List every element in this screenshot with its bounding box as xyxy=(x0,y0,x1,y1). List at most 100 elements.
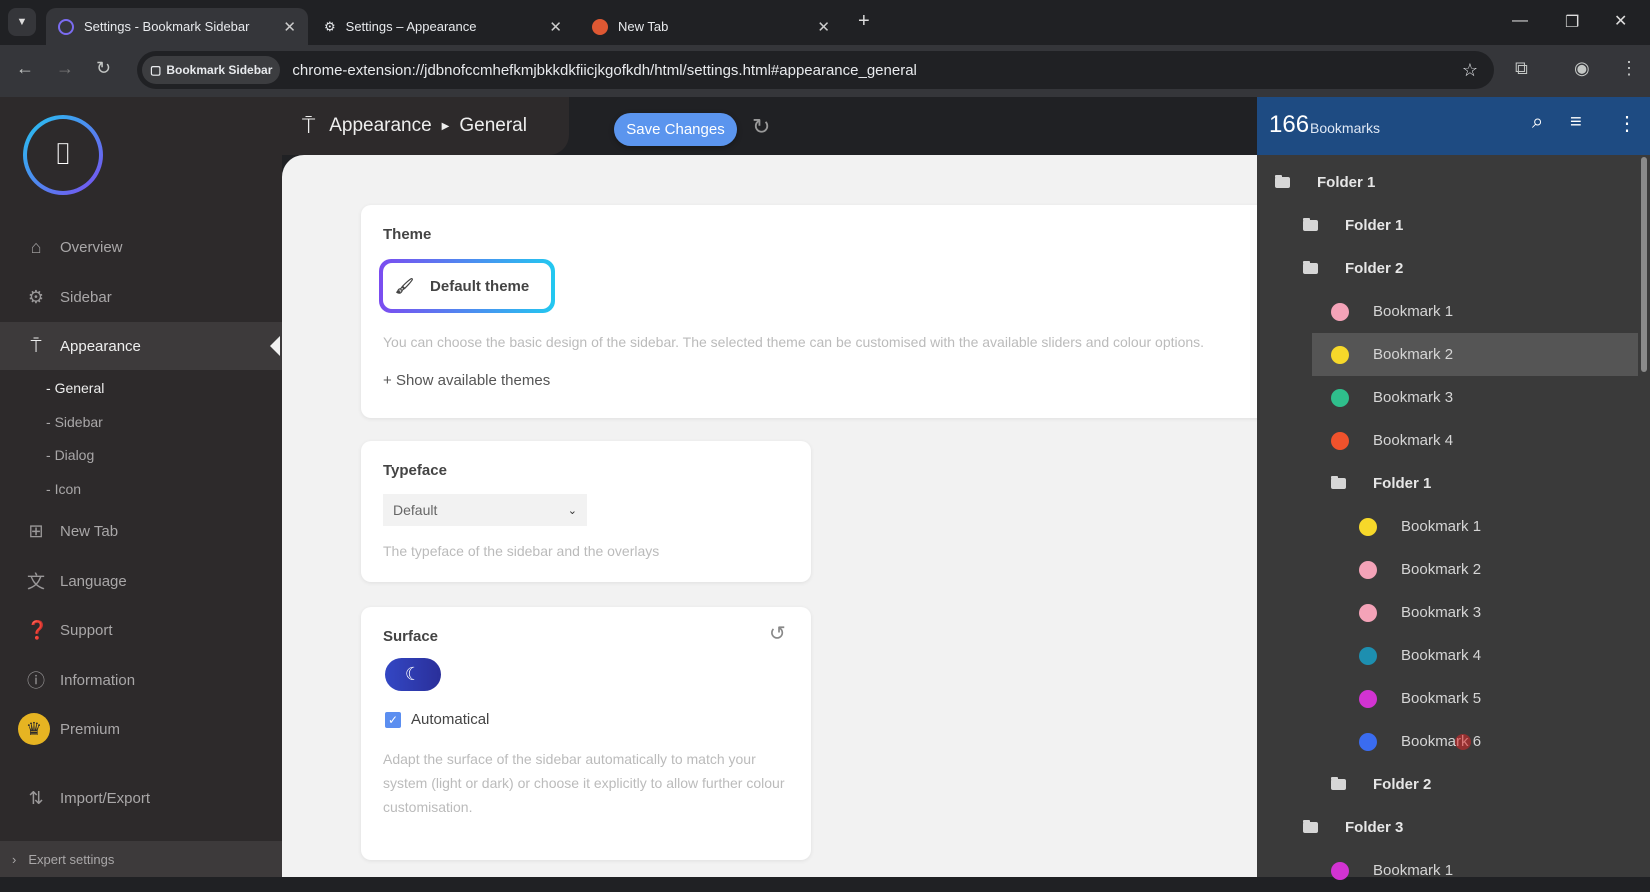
nav-support[interactable]: ❓ Support xyxy=(0,606,282,654)
reset-icon[interactable]: ↺ xyxy=(769,621,786,646)
checkbox-checked-icon: ✓ xyxy=(385,711,401,728)
new-tab-button[interactable]: + xyxy=(858,10,870,33)
item-label: Bookmark 1 xyxy=(1401,518,1482,535)
back-icon[interactable]: ← xyxy=(16,58,34,79)
dark-mode-toggle[interactable]: ☾ xyxy=(385,658,441,691)
sort-icon[interactable]: ≡ xyxy=(1570,111,1582,134)
nav-sub-icon[interactable]: - Icon xyxy=(46,481,81,497)
nav-new-tab[interactable]: ⊞ New Tab xyxy=(0,507,282,555)
reload-icon[interactable]: ↻ xyxy=(96,58,111,79)
favicon-dot-icon xyxy=(1359,732,1377,751)
nav-overview[interactable]: ⌂ Overview xyxy=(0,223,282,271)
close-tab-icon[interactable]: ✕ xyxy=(283,18,296,36)
nav-language[interactable]: 文 Language xyxy=(0,557,282,605)
profile-icon[interactable]: ◉ xyxy=(1574,58,1590,79)
favicon-dot-icon xyxy=(1331,345,1349,364)
tab-settings-bookmark-sidebar[interactable]: Settings - Bookmark Sidebar ✕ xyxy=(46,8,308,45)
bookmark-count: 166 xyxy=(1269,111,1310,138)
selection-pointer xyxy=(270,336,280,356)
bookmark-item[interactable]: Bookmark 4 xyxy=(1257,419,1650,462)
tab-new-tab[interactable]: New Tab ✕ xyxy=(580,8,842,45)
surface-description: Adapt the surface of the sidebar automat… xyxy=(383,751,785,815)
folder-item[interactable]: Folder 1 xyxy=(1257,161,1650,204)
folder-icon xyxy=(1275,175,1290,188)
folder-icon xyxy=(1331,476,1346,489)
new-tab-icon: ⊞ xyxy=(28,520,44,541)
more-options-icon[interactable]: ⋮ xyxy=(1617,111,1637,136)
folder-item[interactable]: Folder 1 xyxy=(1257,204,1650,247)
settings-nav: ⌷ ⌂ Overview ⚙ Sidebar ⍑ Appearance - Gener… xyxy=(0,97,282,877)
scrollbar[interactable] xyxy=(1641,157,1647,372)
gear-icon: ⚙ xyxy=(324,18,336,34)
bookmark-item[interactable]: Bookmark 1 xyxy=(1257,505,1650,548)
help-icon: ❓ xyxy=(26,619,49,640)
extensions-icon[interactable]: ⧉ xyxy=(1515,58,1528,79)
folder-item[interactable]: Folder 2 xyxy=(1257,247,1650,290)
typeface-title: Typeface xyxy=(383,462,447,479)
bookmark-sidebar-preview: 166 Bookmarks ⌕ ≡ ⋮ Folder 1 Folder 1 Fold… xyxy=(1257,97,1650,880)
bookmark-item[interactable]: Bookmark 1 xyxy=(1257,290,1650,333)
item-label: Folder 2 xyxy=(1345,260,1404,277)
item-label: Folder 3 xyxy=(1345,819,1404,836)
show-themes-button[interactable]: + Show available themes xyxy=(383,372,550,389)
settings-content: Theme 🖌 Default theme You can choose the … xyxy=(282,155,1281,877)
favicon-dot-icon xyxy=(1359,603,1377,622)
bookmark-item[interactable]: Bookmark 1 xyxy=(1257,849,1650,892)
favicon-dot-icon xyxy=(1331,388,1349,407)
nav-appearance[interactable]: ⍑ Appearance xyxy=(0,322,282,370)
typeface-card: Typeface Default ⌄ The typeface of the si… xyxy=(361,441,811,582)
item-label: Bookmark 3 xyxy=(1401,604,1482,621)
restore-button[interactable]: ❐ xyxy=(1565,12,1579,32)
site-chip[interactable]: ▢ Bookmark Sidebar xyxy=(142,56,281,84)
nav-sub-dialog[interactable]: - Dialog xyxy=(46,447,94,463)
nav-sub-sidebar[interactable]: - Sidebar xyxy=(46,414,103,430)
nav-information[interactable]: ⓘ Information xyxy=(0,656,282,704)
folder-icon xyxy=(1331,777,1346,790)
plus-icon: + xyxy=(383,372,396,389)
tab-strip: ▼ Settings - Bookmark Sidebar ✕ ⚙ Settings… xyxy=(0,0,1650,45)
automatical-checkbox[interactable]: ✓ Automatical xyxy=(385,711,489,728)
bookmark-item[interactable]: Bookmark 2 xyxy=(1312,333,1638,376)
theme-card: Theme 🖌 Default theme You can choose the … xyxy=(361,205,1281,418)
bookmark-item[interactable]: Bookmark 5 xyxy=(1257,677,1650,720)
moon-icon: ☾ xyxy=(404,664,422,684)
favicon-dot-icon xyxy=(1359,560,1377,579)
theme-title: Theme xyxy=(383,226,432,243)
nav-premium[interactable]: ♛ Premium xyxy=(0,705,282,753)
star-icon[interactable]: ☆ xyxy=(1462,60,1478,81)
extension-icon: ▢ xyxy=(150,63,162,77)
import-export-icon: ⇅ xyxy=(28,787,44,808)
close-tab-icon[interactable]: ✕ xyxy=(549,18,562,36)
nav-sub-general[interactable]: - General xyxy=(46,380,104,396)
nav-sidebar[interactable]: ⚙ Sidebar xyxy=(0,273,282,321)
close-window-button[interactable]: ✕ xyxy=(1614,11,1627,31)
minimize-button[interactable]: — xyxy=(1512,12,1528,30)
folder-item[interactable]: Folder 2 xyxy=(1257,763,1650,806)
folder-icon xyxy=(1303,820,1318,833)
expert-settings-toggle[interactable]: › Expert settings xyxy=(0,841,282,877)
forward-icon[interactable]: → xyxy=(56,58,74,79)
tab-settings-appearance[interactable]: ⚙ Settings – Appearance ✕ xyxy=(312,8,574,45)
restore-icon[interactable]: ↻ xyxy=(752,114,770,140)
search-icon[interactable]: ⌕ xyxy=(1532,111,1543,134)
close-tab-icon[interactable]: ✕ xyxy=(817,18,830,36)
bookmark-item[interactable]: Bookmark 2 xyxy=(1257,548,1650,591)
chevron-right-icon: › xyxy=(12,851,17,867)
bookmark-item[interactable]: Bookmark 3 xyxy=(1257,376,1650,419)
save-changes-button[interactable]: Save Changes xyxy=(614,113,737,146)
typeface-select[interactable]: Default ⌄ xyxy=(383,494,587,526)
nav-import-export[interactable]: ⇅ Import/Export xyxy=(0,774,282,822)
bookmark-item[interactable]: Bookmark 4 xyxy=(1257,634,1650,677)
tab-search-button[interactable]: ▼ xyxy=(8,8,36,36)
info-icon: ⓘ xyxy=(27,671,45,691)
item-label: Bookmark 2 xyxy=(1401,561,1482,578)
bookmark-item[interactable]: Bookmark 6 xyxy=(1257,720,1650,763)
address-bar[interactable]: ▢ Bookmark Sidebar chrome-extension://jdb… xyxy=(137,51,1494,89)
folder-item[interactable]: Folder 3 xyxy=(1257,806,1650,849)
theme-selector[interactable]: 🖌 Default theme xyxy=(379,259,555,313)
folder-item[interactable]: Folder 1 xyxy=(1257,462,1650,505)
paint-roller-icon: ⍑ xyxy=(302,113,316,138)
menu-icon[interactable]: ⋮ xyxy=(1620,58,1638,79)
item-label: Bookmark 4 xyxy=(1401,647,1482,664)
bookmark-item[interactable]: Bookmark 3 xyxy=(1257,591,1650,634)
